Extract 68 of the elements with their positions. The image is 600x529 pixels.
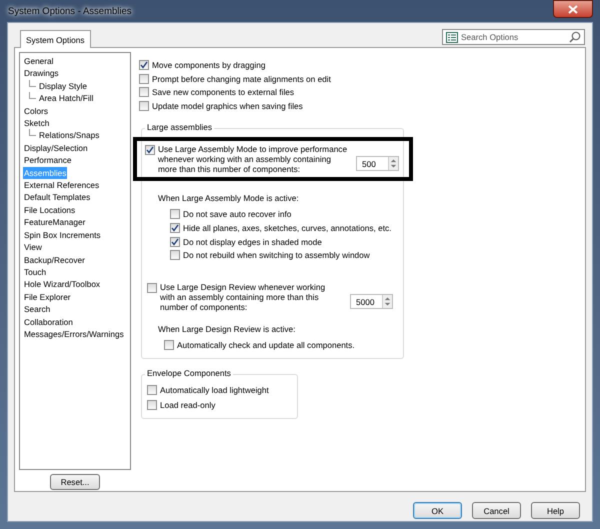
tree-item[interactable]: General <box>23 55 55 68</box>
checkbox[interactable] <box>139 101 149 112</box>
checkbox-label: Hide all planes, axes, sketches, curves, annotations, etc. <box>183 222 392 233</box>
tree-item[interactable]: Display Style <box>38 80 88 92</box>
tree-item[interactable]: Display/Selection <box>23 142 89 154</box>
checkbox[interactable] <box>170 250 180 260</box>
checkbox-label: Use Large Design Review whenever working with an assembly containing more than this number of components: <box>160 282 326 312</box>
checkbox[interactable] <box>164 340 174 350</box>
checkbox[interactable] <box>170 236 180 247</box>
tree-item[interactable]: FeatureManager <box>23 216 86 229</box>
tree-item[interactable]: Performance <box>23 154 72 167</box>
tree-item[interactable]: Touch <box>23 266 48 278</box>
tree-item[interactable]: Hole Wizard/Toolbox <box>23 278 102 291</box>
section-label: When Large Design Review is active: <box>158 324 296 334</box>
search-icon <box>569 31 581 43</box>
reset-button[interactable]: Reset... <box>50 474 100 490</box>
checkbox[interactable] <box>147 385 157 396</box>
tree-item[interactable]: Area Hatch/Fill <box>38 92 94 105</box>
list-icon <box>446 32 458 42</box>
spin-arrows-icon[interactable] <box>388 157 398 170</box>
checkbox[interactable] <box>145 145 155 156</box>
tree-item[interactable]: Sketch <box>23 117 50 130</box>
checkbox-label: Automatically load lightweight <box>160 385 269 396</box>
checkbox-label: Move components by dragging <box>152 60 266 70</box>
tab[interactable]: System Options <box>20 30 91 48</box>
checkbox[interactable] <box>139 60 149 70</box>
close-button[interactable] <box>553 0 593 18</box>
checkbox[interactable] <box>147 283 157 294</box>
window-title: System Options - Assemblies <box>7 6 132 16</box>
group-title: Envelope Components <box>145 368 233 378</box>
checkbox[interactable] <box>147 400 157 410</box>
checkbox-label: Do not rebuild when switching to assembly window <box>183 250 370 260</box>
checkbox-label: Do not save auto recover info <box>183 209 292 220</box>
checkbox[interactable] <box>170 222 180 233</box>
dialog-button[interactable]: Help <box>531 502 580 519</box>
checkbox-label: Automatically check and update all components. <box>177 340 355 350</box>
section-label: When Large Assembly Mode is active: <box>158 193 300 204</box>
spin-box[interactable]: 5000 <box>350 294 393 310</box>
dialog-button[interactable]: Cancel <box>472 502 521 519</box>
checkbox-label: Do not display edges in shaded mode <box>183 236 322 247</box>
tree-item[interactable]: Spin Box Increments <box>23 228 102 242</box>
group-title: Large assemblies <box>145 122 214 132</box>
tree-item[interactable]: Messages/Errors/Warnings <box>23 328 125 340</box>
checkbox[interactable] <box>139 74 149 84</box>
tree-item[interactable]: Default Templates <box>23 191 92 204</box>
search-field[interactable]: Search Options <box>442 29 585 45</box>
tree-item[interactable]: Relations/Snaps <box>38 129 100 142</box>
checkbox-label: Update model graphics when saving files <box>152 101 303 112</box>
tree-item[interactable]: External References <box>23 179 100 192</box>
tree-item[interactable]: Drawings <box>23 67 60 80</box>
close-icon <box>568 4 578 14</box>
tree-item[interactable]: View <box>23 241 43 254</box>
checkbox-label: Save new components to external files <box>152 87 294 98</box>
tree-item[interactable]: Search <box>23 303 52 316</box>
checkbox-label: Prompt before changing mate alignments on edit <box>152 74 331 84</box>
search-input[interactable]: Search Options <box>461 32 521 42</box>
tree-item[interactable]: Colors <box>23 104 49 118</box>
checkbox[interactable] <box>139 87 149 98</box>
spin-box[interactable]: 500 <box>356 156 399 172</box>
checkbox[interactable] <box>170 209 180 220</box>
spin-arrows-icon[interactable] <box>382 295 392 308</box>
checkbox-label: Use Large Assembly Mode to improve performance whenever working with an assembly containing more than this number of components: <box>158 144 348 174</box>
tree-item[interactable]: Backup/Recover <box>23 254 86 266</box>
dialog-button[interactable]: OK <box>413 502 462 519</box>
tree-item[interactable]: File Explorer <box>23 290 72 304</box>
tree-item[interactable]: Collaboration <box>23 316 74 328</box>
tree-item[interactable]: File Locations <box>23 204 76 216</box>
checkbox-label: Load read-only <box>160 400 216 410</box>
